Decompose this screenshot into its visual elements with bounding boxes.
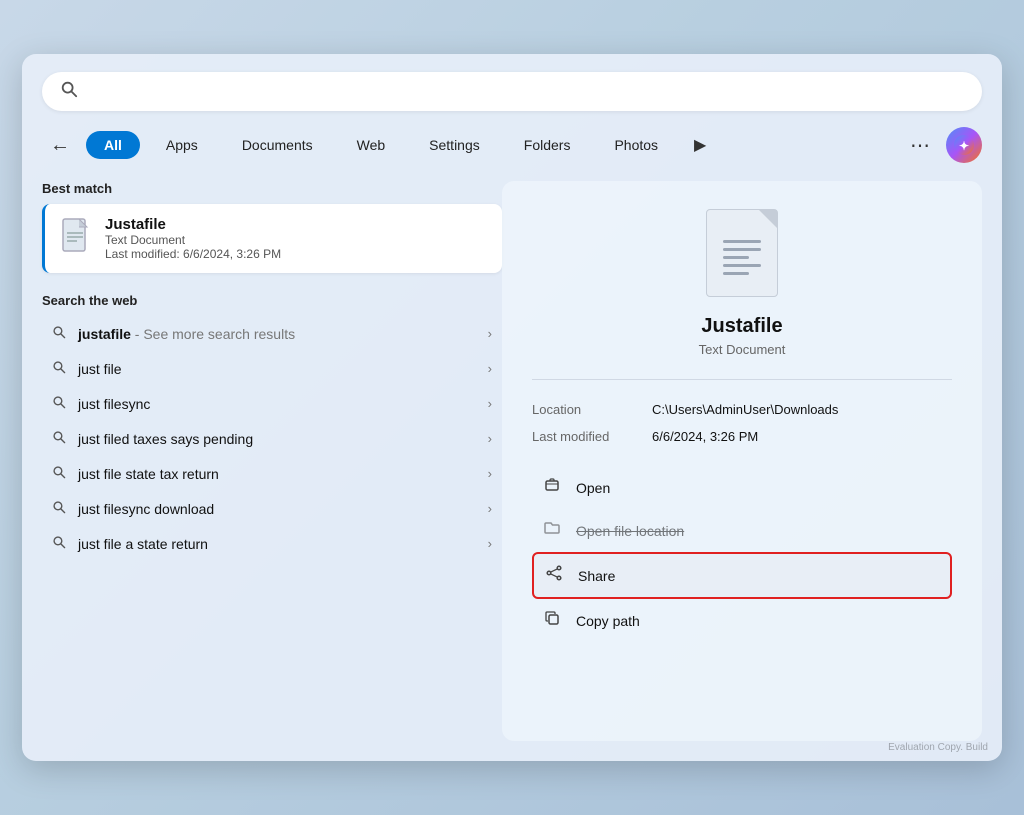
back-button[interactable]: ← <box>42 130 78 161</box>
detail-row-modified: Last modified 6/6/2024, 3:26 PM <box>532 423 952 450</box>
web-item-0[interactable]: justafile - See more search results › <box>42 316 502 351</box>
chevron-icon-4: › <box>488 466 492 481</box>
web-item-text-5: just filesync download <box>78 501 476 517</box>
detail-file-type: Text Document <box>699 342 786 357</box>
share-icon <box>544 565 564 586</box>
web-search-icon-2 <box>52 395 66 412</box>
chevron-icon-6: › <box>488 536 492 551</box>
filter-web[interactable]: Web <box>339 131 404 159</box>
best-match-item[interactable]: Justafile Text Document Last modified: 6… <box>42 204 502 273</box>
filter-settings[interactable]: Settings <box>411 131 498 159</box>
web-search-section: Search the web justafile - See more sear… <box>42 293 502 561</box>
copy-icon <box>542 610 562 631</box>
search-input[interactable]: justafile <box>88 82 964 102</box>
search-icon <box>60 80 78 103</box>
action-open[interactable]: Open <box>532 466 952 509</box>
watermark-text: Evaluation Copy. Build <box>888 742 988 753</box>
web-item-2[interactable]: just filesync › <box>42 386 502 421</box>
chevron-icon-3: › <box>488 431 492 446</box>
filter-folders[interactable]: Folders <box>506 131 589 159</box>
web-item-3[interactable]: just filed taxes says pending › <box>42 421 502 456</box>
web-item-text-2: just filesync <box>78 396 476 412</box>
open-label: Open <box>576 480 610 496</box>
svg-text:✦: ✦ <box>959 139 969 153</box>
web-search-icon-3 <box>52 430 66 447</box>
actions-list: Open Open file location Share <box>532 466 952 642</box>
web-item-text-4: just file state tax return <box>78 466 476 482</box>
more-button[interactable]: ⋯ <box>902 129 938 162</box>
web-item-text-3: just filed taxes says pending <box>78 431 476 447</box>
web-item-1[interactable]: just file › <box>42 351 502 386</box>
file-line-5 <box>723 272 749 275</box>
open-icon <box>542 477 562 498</box>
web-item-text-1: just file <box>78 361 476 377</box>
search-bar: justafile <box>42 72 982 111</box>
chevron-icon-0: › <box>488 326 492 341</box>
best-match-subtitle: Text Document <box>105 233 281 247</box>
share-label: Share <box>578 568 615 584</box>
modified-value: 6/6/2024, 3:26 PM <box>652 429 758 444</box>
filter-bar: ← All Apps Documents Web Settings Folder… <box>42 127 982 163</box>
web-item-4[interactable]: just file state tax return › <box>42 456 502 491</box>
web-search-icon-1 <box>52 360 66 377</box>
file-line-4 <box>723 264 761 267</box>
main-content: Best match Justafile Text Document Last … <box>42 181 982 741</box>
web-item-5[interactable]: just filesync download › <box>42 491 502 526</box>
detail-file-title: Justafile <box>701 315 782 338</box>
best-match-info: Justafile Text Document Last modified: 6… <box>105 216 281 261</box>
filter-apps[interactable]: Apps <box>148 131 216 159</box>
web-search-icon-4 <box>52 465 66 482</box>
file-line-2 <box>723 248 761 251</box>
web-item-text-0: justafile - See more search results <box>78 326 476 342</box>
file-line-1 <box>723 240 761 243</box>
action-share[interactable]: Share <box>532 552 952 599</box>
file-details: Location C:\Users\AdminUser\Downloads La… <box>532 379 952 450</box>
best-match-title: Justafile <box>105 216 281 233</box>
best-match-label: Best match <box>42 181 502 196</box>
file-preview-icon <box>706 209 778 297</box>
file-lines <box>723 240 761 275</box>
chevron-icon-5: › <box>488 501 492 516</box>
chevron-icon-1: › <box>488 361 492 376</box>
filter-all[interactable]: All <box>86 131 140 159</box>
play-button[interactable]: ▶ <box>684 131 716 159</box>
best-match-modified: Last modified: 6/6/2024, 3:26 PM <box>105 247 281 261</box>
left-panel: Best match Justafile Text Document Last … <box>42 181 502 741</box>
web-item-6[interactable]: just file a state return › <box>42 526 502 561</box>
web-search-icon-5 <box>52 500 66 517</box>
copy-path-label: Copy path <box>576 613 640 629</box>
file-line-3 <box>723 256 749 259</box>
search-panel: justafile ← All Apps Documents Web Setti… <box>22 54 1002 761</box>
action-open-file-location[interactable]: Open file location <box>532 509 952 552</box>
web-search-icon-6 <box>52 535 66 552</box>
location-value: C:\Users\AdminUser\Downloads <box>652 402 838 417</box>
chevron-icon-2: › <box>488 396 492 411</box>
location-label: Location <box>532 402 632 417</box>
web-item-text-6: just file a state return <box>78 536 476 552</box>
copilot-icon[interactable]: ✦ <box>946 127 982 163</box>
folder-icon <box>542 520 562 541</box>
modified-label: Last modified <box>532 429 632 444</box>
file-icon <box>61 217 91 260</box>
detail-panel: Justafile Text Document Location C:\User… <box>502 181 982 741</box>
open-file-location-label: Open file location <box>576 523 684 539</box>
web-search-label: Search the web <box>42 293 502 308</box>
action-copy-path[interactable]: Copy path <box>532 599 952 642</box>
web-search-icon-0 <box>52 325 66 342</box>
filter-documents[interactable]: Documents <box>224 131 331 159</box>
detail-row-location: Location C:\Users\AdminUser\Downloads <box>532 396 952 423</box>
filter-photos[interactable]: Photos <box>596 131 676 159</box>
